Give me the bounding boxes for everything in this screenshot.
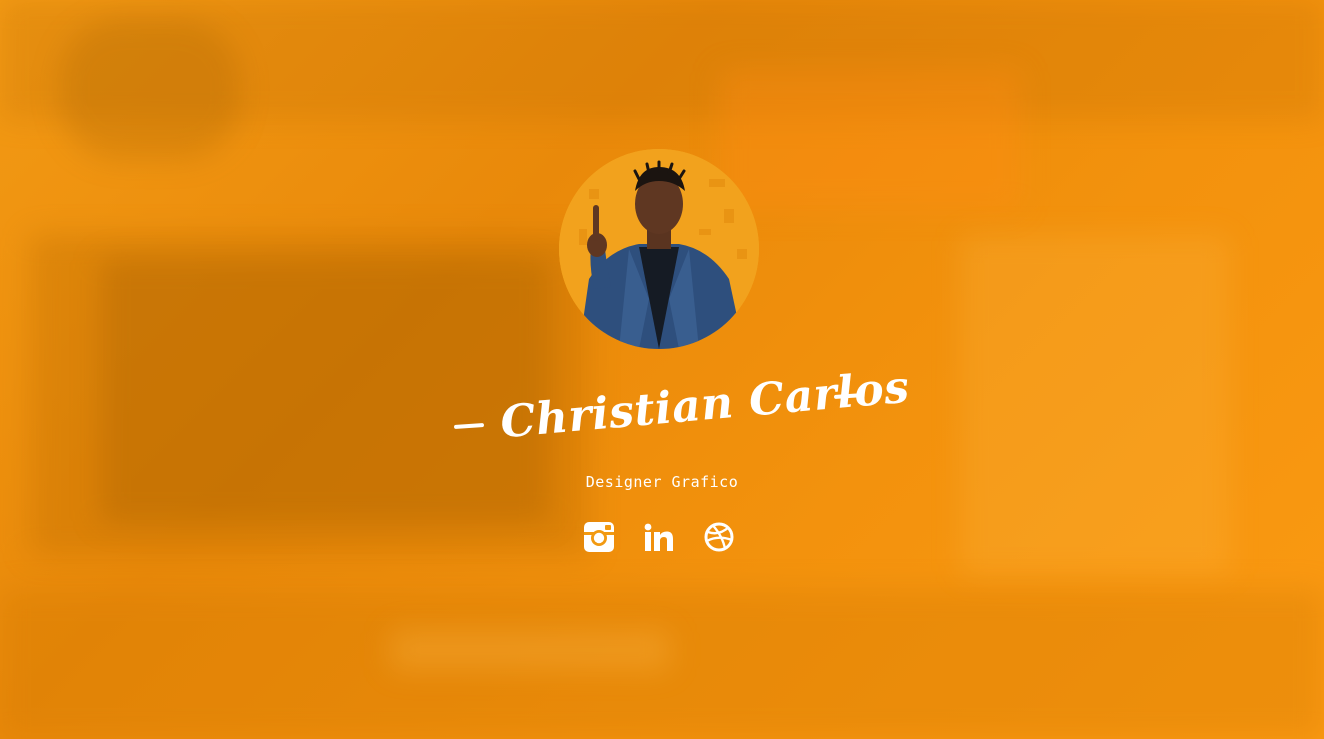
avatar [559,149,759,349]
dribbble-link[interactable] [701,519,737,555]
profile-role: Designer Grafico [585,473,739,491]
name-dash-left [453,422,485,430]
linkedin-link[interactable] [641,519,677,555]
name-heading: Christian Carlos [440,360,912,460]
profile-card: Christian Carlos Designer Grafico [0,0,1324,739]
profile-name: Christian Carlos [498,361,912,449]
dribbble-icon [704,522,734,552]
instagram-link[interactable] [581,519,617,555]
linkedin-icon [644,523,673,551]
social-links [581,519,743,555]
instagram-icon [584,522,614,552]
avatar-portrait [559,149,759,349]
